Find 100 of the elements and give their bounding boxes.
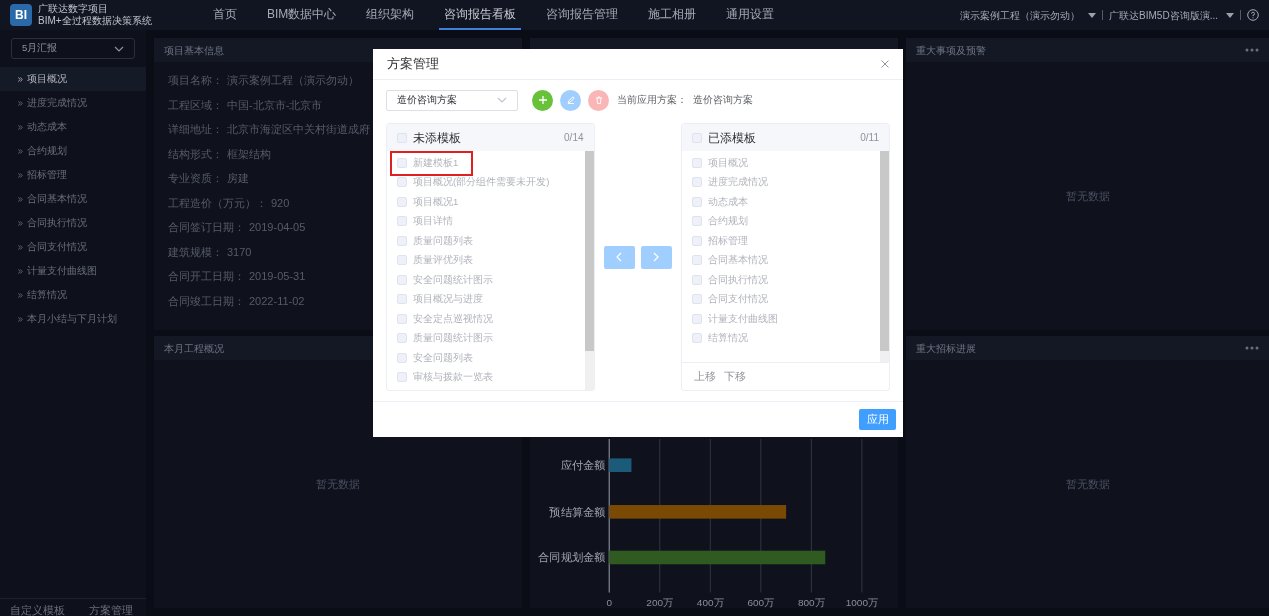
checkbox[interactable]	[692, 235, 703, 246]
list-item[interactable]: 项目概况	[682, 153, 880, 173]
list-item[interactable]: 合同基本情况	[682, 250, 880, 270]
list-item[interactable]: 合约规划	[682, 211, 880, 231]
nav-tab[interactable]: 组织架构	[361, 0, 420, 30]
list-item[interactable]: 进度完成情况	[682, 172, 880, 192]
sidebar-item[interactable]: 合同基本情况	[0, 187, 146, 211]
checkbox[interactable]	[397, 333, 407, 344]
list-item[interactable]: 质量问题列表	[387, 231, 585, 251]
footer-link[interactable]: 方案管理	[89, 604, 133, 616]
item-count: 0/11	[860, 131, 879, 145]
nav-tab[interactable]: 首页	[208, 0, 242, 30]
list-item[interactable]: 新建模板1	[387, 153, 585, 173]
item-count: 0/14	[564, 131, 584, 145]
sidebar-item[interactable]: 招标管理	[0, 163, 146, 187]
sidebar-item[interactable]: 动态成本	[0, 115, 146, 139]
delete-button[interactable]	[588, 89, 609, 111]
list-item[interactable]: 质量评优列表	[387, 250, 585, 270]
axis-tick-label: 200万	[646, 597, 674, 608]
checkbox[interactable]	[397, 235, 407, 246]
checkbox[interactable]	[397, 352, 407, 363]
sidebar-item[interactable]: 合同支付情况	[0, 235, 146, 259]
list-item[interactable]: 项目详情	[387, 211, 585, 231]
move-up-link[interactable]: 上移	[694, 368, 717, 385]
field-label: 结构形式：	[168, 146, 223, 162]
list-item[interactable]: 合同执行情况	[682, 270, 880, 290]
checkbox[interactable]	[397, 372, 407, 383]
checkbox[interactable]	[397, 216, 407, 227]
checkbox[interactable]	[397, 157, 407, 168]
axis-tick-label: 400万	[696, 597, 724, 608]
list-item[interactable]: 项目概况与进度	[387, 289, 585, 309]
sidebar-item[interactable]: 结算情况	[0, 283, 146, 307]
checkbox[interactable]	[692, 333, 703, 344]
sidebar-item[interactable]: 本月小结与下月计划	[0, 307, 146, 331]
move-right-button[interactable]	[641, 245, 672, 269]
checkbox[interactable]	[397, 313, 407, 324]
sidebar-item[interactable]: 计量支付曲线图	[0, 259, 146, 283]
field-value: 演示案例工程（演示勿动）	[227, 73, 359, 88]
panel-title: 项目基本信息	[164, 43, 224, 58]
list-item[interactable]: 招标管理	[682, 231, 880, 251]
nav-tab[interactable]: 咨询报告管理	[541, 0, 624, 30]
edit-button[interactable]	[560, 89, 581, 111]
more-icon[interactable]	[1245, 346, 1259, 350]
list-item[interactable]: 结算情况	[682, 328, 880, 348]
checkbox[interactable]	[397, 196, 407, 207]
sidebar-item[interactable]: 合约规划	[0, 139, 146, 163]
list-item[interactable]: 项目概况(部分组件需要未开发)	[387, 172, 585, 192]
help-icon[interactable]	[1247, 9, 1259, 21]
nav-tab[interactable]: BIM数据中心	[262, 0, 342, 30]
double-chevron-icon	[18, 268, 23, 274]
list-item[interactable]: 动态成本	[682, 192, 880, 212]
move-down-link[interactable]: 下移	[724, 368, 747, 385]
checkbox[interactable]	[692, 177, 703, 188]
plan-select[interactable]: 造价咨询方案	[386, 89, 518, 111]
checkbox[interactable]	[692, 255, 703, 266]
list-item[interactable]: 安全问题列表	[387, 348, 585, 368]
project-dropdown[interactable]: 演示案例工程（演示勿动）	[960, 7, 1097, 23]
field-label: 工程区域：	[168, 97, 223, 113]
list-item[interactable]: 质量问题统计图示	[387, 328, 585, 348]
bar	[609, 458, 632, 472]
checkbox[interactable]	[397, 255, 407, 266]
category-label: 合同规划金额	[538, 551, 606, 564]
footer-link[interactable]: 自定义模板	[10, 604, 65, 616]
checkbox[interactable]	[692, 274, 703, 285]
field-value: 北京市海淀区中关村街道成府	[227, 122, 370, 137]
checkbox[interactable]	[397, 274, 407, 285]
apply-button[interactable]: 应用	[859, 409, 896, 430]
company-dropdown[interactable]: 广联达BIM5D咨询版演...	[1109, 7, 1234, 23]
nav-tab[interactable]: 咨询报告看板	[439, 0, 522, 30]
field-label: 合同签订日期：	[168, 220, 245, 235]
sidebar-item[interactable]: 合同执行情况	[0, 211, 146, 235]
checkbox[interactable]	[692, 294, 703, 305]
more-icon[interactable]	[1245, 48, 1259, 52]
checkbox[interactable]	[692, 216, 703, 227]
report-select[interactable]: 5月汇报	[11, 38, 135, 59]
checkbox[interactable]	[692, 313, 703, 324]
checkbox[interactable]	[692, 196, 703, 207]
field-value: 3170	[227, 244, 252, 260]
sidebar-item[interactable]: 进度完成情况	[0, 91, 146, 115]
list-item[interactable]: 安全问题统计图示	[387, 270, 585, 290]
add-button[interactable]	[532, 89, 553, 111]
list-item[interactable]: 安全定点巡视情况	[387, 309, 585, 329]
checkbox[interactable]	[692, 157, 703, 168]
scrollbar[interactable]	[880, 151, 889, 362]
chevron-right-icon	[653, 252, 660, 262]
nav-tab[interactable]: 施工相册	[643, 0, 702, 30]
close-icon[interactable]	[881, 60, 889, 68]
empty-text: 暂无数据	[1065, 476, 1110, 492]
checkbox[interactable]	[397, 177, 407, 188]
list-item[interactable]: 项目概况1	[387, 192, 585, 212]
scrollbar[interactable]	[584, 151, 594, 390]
checkbox[interactable]	[397, 294, 407, 305]
list-item[interactable]: 计量支付曲线图	[682, 309, 880, 329]
list-item[interactable]: 合同支付情况	[682, 289, 880, 309]
nav-tab[interactable]: 通用设置	[721, 0, 780, 30]
sidebar-item[interactable]: 项目概况	[0, 67, 146, 91]
field-label: 工程造价（万元）：	[168, 195, 267, 211]
field-value: 920	[271, 195, 290, 211]
move-left-button[interactable]	[604, 245, 635, 269]
field-label: 建筑规模：	[168, 244, 223, 260]
